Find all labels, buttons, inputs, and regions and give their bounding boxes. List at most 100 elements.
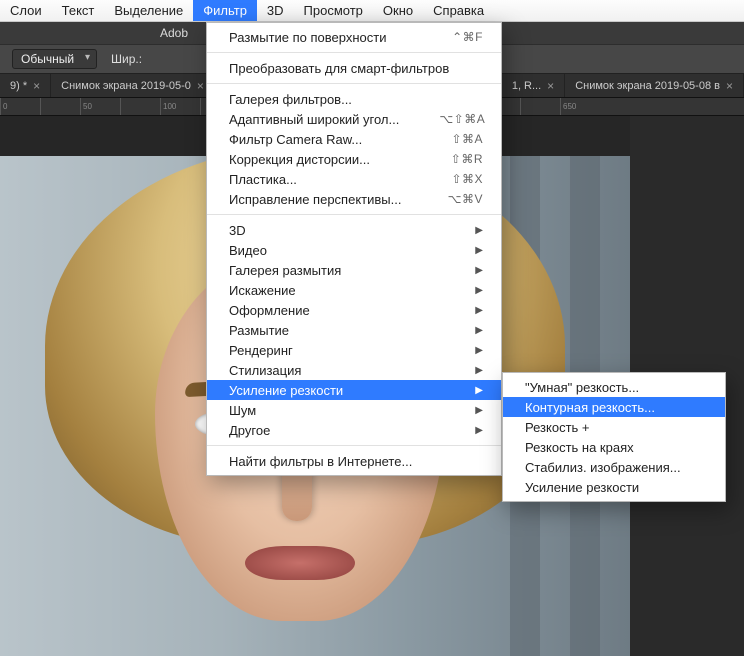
tab-doc-3[interactable]: 1, R... × bbox=[502, 74, 565, 97]
menu-item-noise[interactable]: Шум ▶ bbox=[207, 400, 501, 420]
app-name: Adob bbox=[160, 26, 188, 40]
menu-separator bbox=[207, 214, 501, 215]
submenu-arrow-icon: ▶ bbox=[475, 425, 483, 436]
ruler-tick: 50 bbox=[80, 98, 120, 115]
tab-doc-2[interactable]: Снимок экрана 2019-05-0 × bbox=[51, 74, 215, 97]
menu-item-label: 3D bbox=[229, 223, 246, 238]
menu-separator bbox=[207, 445, 501, 446]
menu-item-blur-gallery[interactable]: Галерея размытия▶ bbox=[207, 260, 501, 280]
menu-item-video[interactable]: Видео ▶ bbox=[207, 240, 501, 260]
menu-item-vanishing-point[interactable]: Исправление перспективы...⌥⌘V bbox=[207, 189, 501, 209]
menu-help[interactable]: Справка bbox=[423, 0, 494, 21]
menu-view[interactable]: Просмотр bbox=[294, 0, 373, 21]
menu-item-label: Видео bbox=[229, 243, 267, 258]
menu-item-browse-filters[interactable]: Найти фильтры в Интернете... bbox=[207, 451, 501, 471]
menu-shortcut: ⇧⌘X bbox=[451, 172, 483, 186]
menu-item-label: Фильтр Camera Raw... bbox=[229, 132, 362, 147]
menu-shortcut: ⌥⇧⌘A bbox=[439, 112, 485, 126]
close-icon[interactable]: × bbox=[726, 79, 733, 93]
menu-shortcut: ⌃⌘F bbox=[452, 30, 483, 44]
close-icon[interactable]: × bbox=[33, 79, 40, 93]
close-icon[interactable]: × bbox=[197, 79, 204, 93]
menu-item-label: Найти фильтры в Интернете... bbox=[229, 454, 412, 469]
ruler-tick bbox=[120, 98, 160, 115]
menu-item-label: "Умная" резкость... bbox=[525, 380, 639, 395]
submenu-item-unsharp-mask[interactable]: Контурная резкость... bbox=[503, 397, 725, 417]
menu-shortcut: ⇧⌘A bbox=[451, 132, 483, 146]
submenu-item-sharpen-edges[interactable]: Резкость на краях bbox=[503, 437, 725, 457]
menu-item-render[interactable]: Рендеринг ▶ bbox=[207, 340, 501, 360]
submenu-arrow-icon: ▶ bbox=[475, 385, 483, 396]
tab-doc-1[interactable]: 9) * × bbox=[0, 74, 51, 97]
menu-selection[interactable]: Выделение bbox=[104, 0, 193, 21]
submenu-arrow-icon: ▶ bbox=[475, 345, 483, 356]
menu-text[interactable]: Текст bbox=[52, 0, 105, 21]
tab-label: 9) * bbox=[10, 80, 27, 92]
submenu-arrow-icon: ▶ bbox=[475, 305, 483, 316]
submenu-arrow-icon: ▶ bbox=[475, 325, 483, 336]
menu-layers[interactable]: Слои bbox=[0, 0, 52, 21]
menu-window[interactable]: Окно bbox=[373, 0, 423, 21]
menu-item-label: Размытие bbox=[229, 323, 289, 338]
menu-item-label: Коррекция дисторсии... bbox=[229, 152, 370, 167]
submenu-arrow-icon: ▶ bbox=[475, 225, 483, 236]
tab-label: Снимок экрана 2019-05-0 bbox=[61, 80, 191, 92]
menu-3d[interactable]: 3D bbox=[257, 0, 294, 21]
ruler-tick bbox=[40, 98, 80, 115]
tab-doc-4[interactable]: Снимок экрана 2019-05-08 в × bbox=[565, 74, 744, 97]
submenu-arrow-icon: ▶ bbox=[475, 365, 483, 376]
menu-item-label: Преобразовать для смарт-фильтров bbox=[229, 61, 449, 76]
menu-item-label: Пластика... bbox=[229, 172, 297, 187]
menu-item-3d[interactable]: 3D ▶ bbox=[207, 220, 501, 240]
width-label: Шир.: bbox=[111, 52, 142, 66]
submenu-item-smart-sharpen[interactable]: "Умная" резкость... bbox=[503, 377, 725, 397]
tab-label: Снимок экрана 2019-05-08 в bbox=[575, 80, 720, 92]
submenu-arrow-icon: ▶ bbox=[475, 405, 483, 416]
menu-item-blur[interactable]: Размытие ▶ bbox=[207, 320, 501, 340]
menu-item-label: Оформление bbox=[229, 303, 310, 318]
menu-filter[interactable]: Фильтр bbox=[193, 0, 257, 21]
menu-item-sharpen[interactable]: Усиление резкости ▶ bbox=[207, 380, 501, 400]
menu-item-label: Галерея фильтров... bbox=[229, 92, 352, 107]
submenu-item-sharpen-more[interactable]: Резкость + bbox=[503, 417, 725, 437]
menu-item-label: Стилизация bbox=[229, 363, 301, 378]
menu-separator bbox=[207, 83, 501, 84]
menu-item-stylize[interactable]: Стилизация ▶ bbox=[207, 360, 501, 380]
blend-mode-dropdown[interactable]: Обычный bbox=[12, 49, 97, 69]
menu-item-label: Рендеринг bbox=[229, 343, 293, 358]
menu-separator bbox=[207, 52, 501, 53]
menu-item-label: Галерея размытия bbox=[229, 263, 341, 278]
ruler-tick: 0 bbox=[0, 98, 40, 115]
menu-item-label: Шум bbox=[229, 403, 256, 418]
menu-item-label: Другое bbox=[229, 423, 270, 438]
menu-item-liquify[interactable]: Пластика... ⇧⌘X bbox=[207, 169, 501, 189]
menu-item-label: Резкость на краях bbox=[525, 440, 634, 455]
menu-item-last-filter[interactable]: Размытие по поверхности ⌃⌘F bbox=[207, 27, 501, 47]
menu-item-label: Размытие по поверхности bbox=[229, 30, 386, 45]
menu-item-lens-correction[interactable]: Коррекция дисторсии...⇧⌘R bbox=[207, 149, 501, 169]
app-menubar: Слои Текст Выделение Фильтр 3D Просмотр … bbox=[0, 0, 744, 22]
menu-item-pixelate[interactable]: Оформление ▶ bbox=[207, 300, 501, 320]
close-icon[interactable]: × bbox=[547, 79, 554, 93]
submenu-item-sharpen[interactable]: Усиление резкости bbox=[503, 477, 725, 497]
menu-item-filter-gallery[interactable]: Галерея фильтров... bbox=[207, 89, 501, 109]
menu-item-label: Стабилиз. изображения... bbox=[525, 460, 681, 475]
menu-item-label: Контурная резкость... bbox=[525, 400, 655, 415]
menu-item-other[interactable]: Другое ▶ bbox=[207, 420, 501, 440]
filter-menu: Размытие по поверхности ⌃⌘F Преобразоват… bbox=[206, 22, 502, 476]
submenu-arrow-icon: ▶ bbox=[475, 245, 483, 256]
sharpen-submenu: "Умная" резкость... Контурная резкость..… bbox=[502, 372, 726, 502]
menu-item-label: Исправление перспективы... bbox=[229, 192, 401, 207]
submenu-item-shake-reduction[interactable]: Стабилиз. изображения... bbox=[503, 457, 725, 477]
ruler-tick: 650 bbox=[560, 98, 600, 115]
ruler-tick bbox=[520, 98, 560, 115]
submenu-arrow-icon: ▶ bbox=[475, 285, 483, 296]
menu-item-adaptive-wide[interactable]: Адаптивный широкий угол...⌥⇧⌘A bbox=[207, 109, 501, 129]
menu-item-distort[interactable]: Искажение ▶ bbox=[207, 280, 501, 300]
menu-item-label: Усиление резкости bbox=[525, 480, 639, 495]
tab-label: 1, R... bbox=[512, 80, 541, 92]
menu-item-camera-raw[interactable]: Фильтр Camera Raw... ⇧⌘A bbox=[207, 129, 501, 149]
menu-item-convert-smart[interactable]: Преобразовать для смарт-фильтров bbox=[207, 58, 501, 78]
menu-item-label: Усиление резкости bbox=[229, 383, 343, 398]
menu-item-label: Искажение bbox=[229, 283, 296, 298]
